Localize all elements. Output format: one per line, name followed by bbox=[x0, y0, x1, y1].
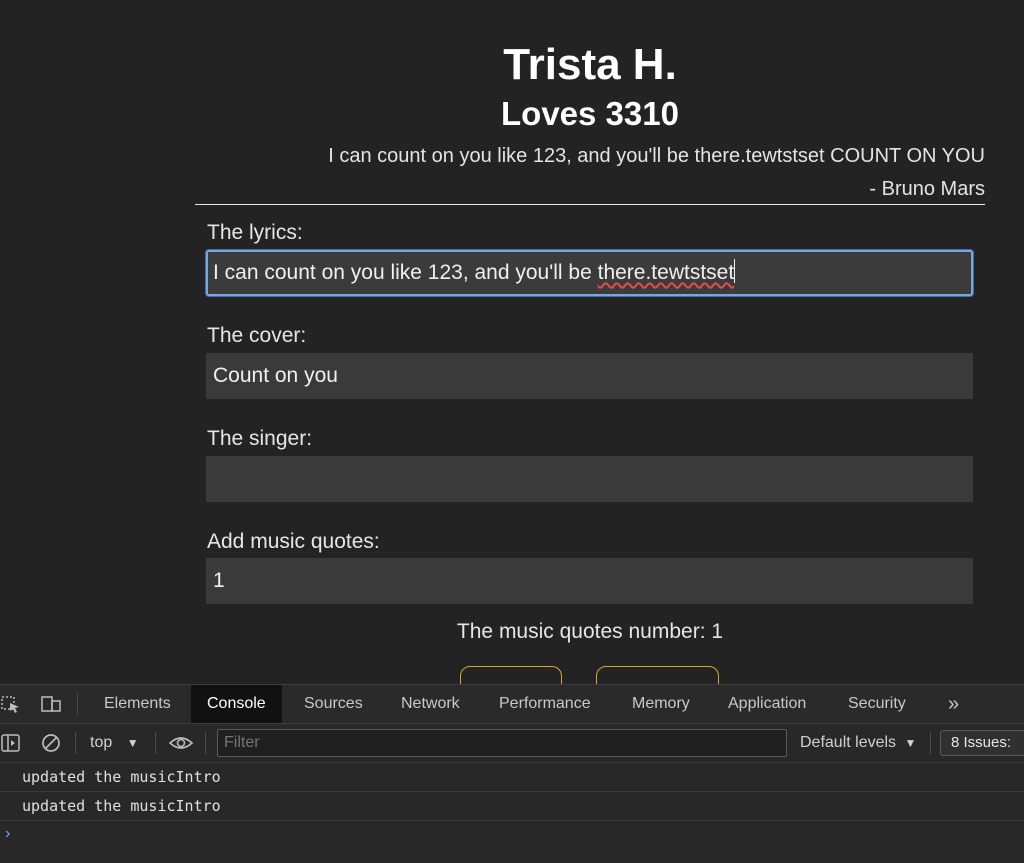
action-button-2[interactable] bbox=[596, 666, 719, 684]
page-header: Trista H. Loves 3310 bbox=[195, 40, 985, 134]
tabbar-separator bbox=[77, 693, 78, 715]
lyrics-input-text: I can count on you like 123, and you'll … bbox=[213, 261, 598, 284]
singer-input[interactable] bbox=[206, 456, 973, 502]
issues-button[interactable]: 8 Issues: bbox=[940, 730, 1024, 756]
inspect-element-icon[interactable] bbox=[0, 694, 22, 714]
page-title: Trista H. bbox=[503, 40, 677, 89]
toolbar-separator bbox=[75, 732, 76, 754]
toolbar-separator bbox=[155, 732, 156, 754]
tab-sources[interactable]: Sources bbox=[288, 685, 379, 723]
console-log-line: updated the musicIntro bbox=[0, 792, 1024, 821]
tab-network[interactable]: Network bbox=[385, 685, 476, 723]
context-label: top bbox=[90, 734, 113, 751]
context-selector[interactable]: top ▼ bbox=[90, 724, 139, 762]
tab-application[interactable]: Application bbox=[712, 685, 822, 723]
lyrics-input-misspelled: there.tewtstset bbox=[597, 261, 735, 284]
tab-console[interactable]: Console bbox=[191, 685, 282, 723]
quote-author: - Bruno Mars bbox=[869, 178, 985, 200]
log-levels-label: Default levels bbox=[800, 734, 897, 751]
web-page: Trista H. Loves 3310 I can count on you … bbox=[0, 0, 1024, 684]
log-levels-dropdown[interactable]: Default levels ▼ bbox=[800, 724, 916, 762]
toolbar-separator bbox=[205, 732, 206, 754]
action-button-1[interactable] bbox=[460, 666, 562, 684]
dropdown-arrow-icon: ▼ bbox=[126, 736, 139, 750]
console-prompt-icon[interactable]: › bbox=[5, 825, 10, 843]
sidebar-toggle-icon[interactable] bbox=[0, 733, 22, 753]
lyrics-label: The lyrics: bbox=[207, 221, 303, 244]
tab-memory[interactable]: Memory bbox=[616, 685, 706, 723]
toolbar-separator bbox=[930, 732, 931, 754]
dropdown-arrow-icon: ▼ bbox=[904, 736, 917, 750]
page-subtitle: Loves 3310 bbox=[501, 95, 679, 132]
filter-input[interactable] bbox=[217, 729, 787, 757]
tab-security[interactable]: Security bbox=[832, 685, 922, 723]
cover-input[interactable] bbox=[206, 353, 973, 399]
tab-performance[interactable]: Performance bbox=[483, 685, 607, 723]
quotes-count-text: The music quotes number: 1 bbox=[456, 620, 724, 643]
quote-block: I can count on you like 123, and you'll … bbox=[195, 140, 985, 206]
live-expression-eye-icon[interactable] bbox=[168, 733, 194, 753]
lyrics-input[interactable]: I can count on you like 123, and you'll … bbox=[206, 250, 973, 296]
issues-label: 8 Issues: bbox=[951, 734, 1012, 751]
quotes-input[interactable] bbox=[206, 558, 973, 604]
tab-elements[interactable]: Elements bbox=[88, 685, 187, 723]
quote-text: I can count on you like 123, and you'll … bbox=[328, 145, 985, 167]
devtools-tabbar: Elements Console Sources Network Perform… bbox=[0, 685, 1024, 724]
console-log-line: updated the musicIntro bbox=[0, 763, 1024, 792]
devtools-panel: Elements Console Sources Network Perform… bbox=[0, 684, 1024, 863]
device-toolbar-icon[interactable] bbox=[40, 694, 62, 714]
text-caret bbox=[734, 259, 736, 283]
clear-console-icon[interactable] bbox=[40, 733, 62, 753]
quotes-label: Add music quotes: bbox=[207, 530, 380, 553]
more-tabs-icon[interactable]: » bbox=[932, 685, 975, 723]
divider bbox=[195, 204, 985, 205]
cover-label: The cover: bbox=[207, 324, 307, 347]
console-toolbar: top ▼ Default levels ▼ 8 Issues: bbox=[0, 724, 1024, 763]
singer-label: The singer: bbox=[207, 427, 313, 450]
